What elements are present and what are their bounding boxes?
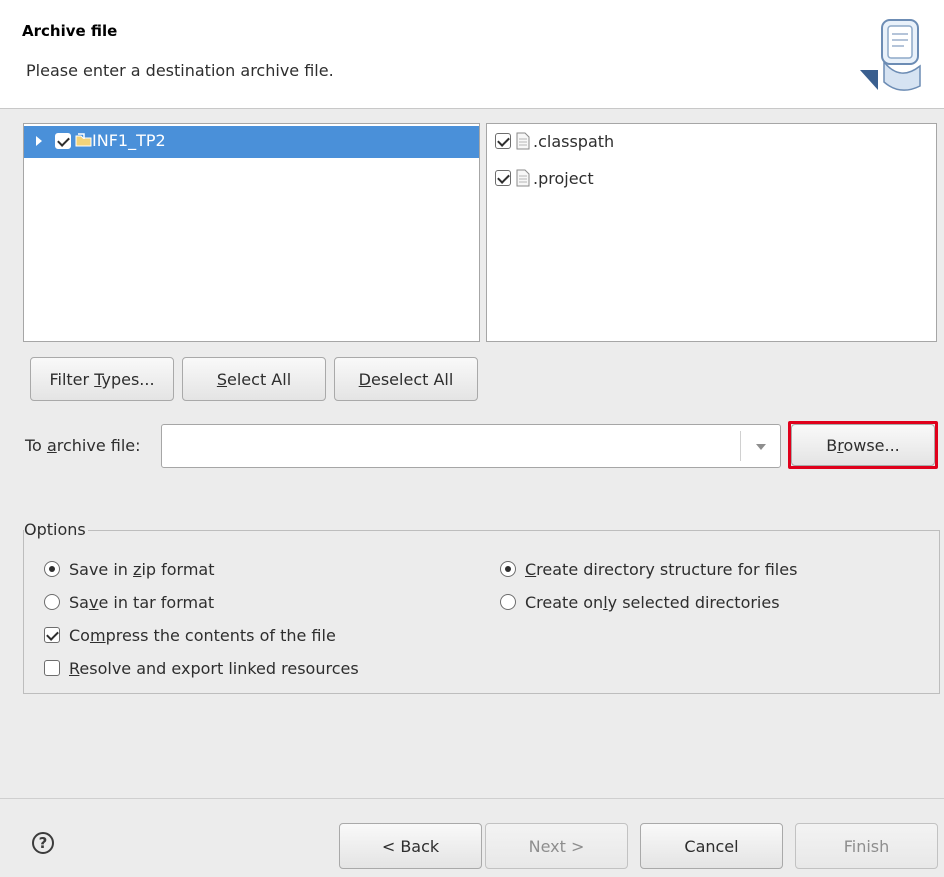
tree-item-project[interactable]: INF1_TP2 [24,126,479,158]
expand-arrow-icon[interactable] [36,136,42,146]
archive-file-combo[interactable] [161,424,781,468]
finish-button[interactable]: Finish [795,823,938,869]
export-archive-icon [860,19,921,91]
option-label: Save in zip format [69,560,215,579]
option-label: Create directory structure for files [525,560,798,579]
button-label: Select All [216,369,292,389]
radio-button[interactable] [44,594,60,610]
page-description: Please enter a destination archive file. [26,61,334,80]
footer-separator [0,798,944,799]
radio-button[interactable] [44,561,60,577]
page-title: Archive file [22,22,118,40]
browse-button[interactable]: Browse... [791,424,935,466]
radio-button[interactable] [500,594,516,610]
wizard-header: Archive file Please enter a destination … [0,0,944,109]
help-icon[interactable]: ? [32,832,54,854]
cancel-button[interactable]: Cancel [640,823,783,869]
tree-item-label: INF1_TP2 [92,131,166,150]
checkbox[interactable] [44,660,60,676]
radio-button[interactable] [500,561,516,577]
combo-separator [740,431,741,461]
button-label: Browse... [826,435,900,455]
button-label: Deselect All [358,369,454,389]
option-label: Save in tar format [69,593,215,612]
project-checkbox[interactable] [55,133,71,149]
archive-file-label: To archive file: [25,436,141,455]
select-all-button[interactable]: Select All [182,357,326,401]
deselect-all-button[interactable]: Deselect All [334,357,478,401]
project-folder-icon [75,133,92,147]
option-label: Create only selected directories [525,593,780,612]
file-icon [516,169,530,187]
archive-file-input[interactable] [166,429,730,465]
resource-tree[interactable]: INF1_TP2 [23,123,480,342]
option-label: Resolve and export linked resources [69,659,359,678]
file-label: .project [533,169,594,188]
file-checkbox[interactable] [495,133,511,149]
filter-types-button[interactable]: Filter Types... [30,357,174,401]
file-icon [516,132,530,150]
dropdown-arrow-icon[interactable] [756,444,766,450]
file-list[interactable]: .classpath .project [486,123,937,342]
next-button[interactable]: Next > [485,823,628,869]
options-legend: Options [24,520,88,539]
back-button[interactable]: < Back [339,823,482,869]
option-label: Compress the contents of the file [69,626,336,645]
file-label: .classpath [533,132,615,151]
checkbox[interactable] [44,627,60,643]
file-checkbox[interactable] [495,170,511,186]
button-label: Filter Types... [49,369,155,389]
